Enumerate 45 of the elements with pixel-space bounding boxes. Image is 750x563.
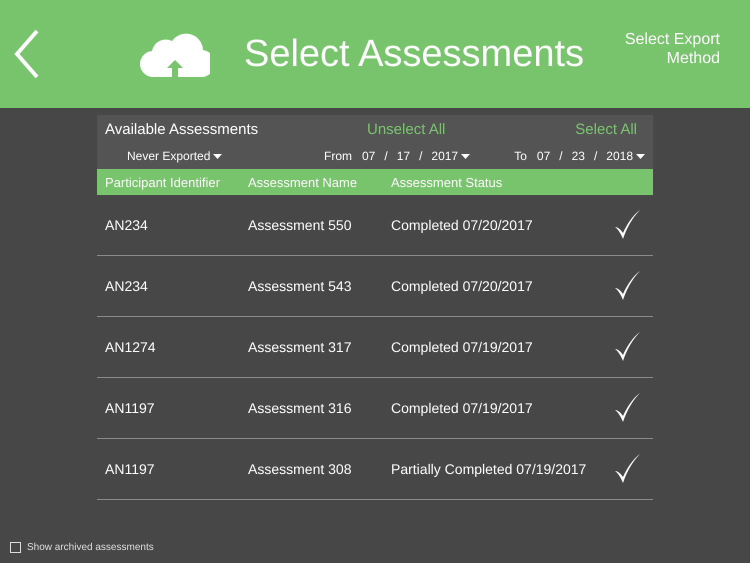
table-cell-text: AN1274	[105, 339, 157, 355]
export-filter-dropdown[interactable]: Never Exported	[127, 149, 222, 163]
table-cell-text: AN234	[105, 217, 149, 233]
date-label: To	[514, 149, 527, 163]
date-separator: /	[559, 149, 563, 163]
column-header: Assessment Status	[391, 174, 504, 190]
month-value: 07	[362, 149, 376, 163]
unselect-all-button[interactable]: Unselect All	[367, 120, 446, 138]
table-cell-text: AN1197	[105, 461, 156, 477]
caret-icon	[636, 154, 645, 158]
select-all-button[interactable]: Select All	[575, 120, 637, 138]
table-cell-text: Assessment 550	[248, 217, 352, 233]
checkmark-icon[interactable]	[613, 209, 641, 241]
date-separator: /	[384, 149, 388, 163]
table-cell-text: Completed 07/20/2017	[391, 217, 534, 233]
date-label: From	[324, 149, 352, 163]
column-header: Participant Identifier	[105, 174, 221, 190]
table-cell-text: AN1197	[105, 400, 156, 416]
caret-icon	[213, 154, 222, 158]
checkmark-icon[interactable]	[613, 453, 641, 485]
archived-checkbox[interactable]	[10, 542, 21, 553]
checkmark-icon[interactable]	[613, 392, 641, 424]
page-title: Select Assessments	[244, 32, 586, 76]
table-cell-text: AN234	[105, 278, 149, 294]
table-cell-text: Completed 07/19/2017	[391, 400, 534, 416]
year-dropdown[interactable]: 2018	[606, 149, 645, 163]
caret-icon	[461, 154, 470, 158]
day-value: 17	[396, 149, 410, 163]
archived-label: Show archived assessments	[27, 542, 154, 553]
month-value: 07	[536, 149, 550, 163]
year-dropdown[interactable]: 2017	[431, 149, 470, 163]
panel-title: Available Assessments	[105, 120, 260, 138]
table-cell-text: Assessment 308	[248, 461, 352, 477]
date-separator: /	[419, 149, 422, 163]
table-cell-text: Partially Completed 07/19/2017	[391, 461, 588, 477]
table-cell-text: Assessment 317	[248, 339, 352, 355]
checkmark-icon[interactable]	[613, 270, 641, 302]
date-separator: /	[594, 149, 598, 163]
table-cell-text: Completed 07/19/2017	[391, 339, 534, 355]
table-cell-text: Assessment 543	[248, 278, 352, 294]
column-header: Assessment Name	[248, 174, 358, 190]
table-cell-text: Completed 07/20/2017	[391, 278, 534, 294]
day-value: 23	[572, 149, 585, 163]
table-cell-text: Assessment 316	[248, 400, 352, 416]
checkmark-icon[interactable]	[613, 331, 641, 363]
